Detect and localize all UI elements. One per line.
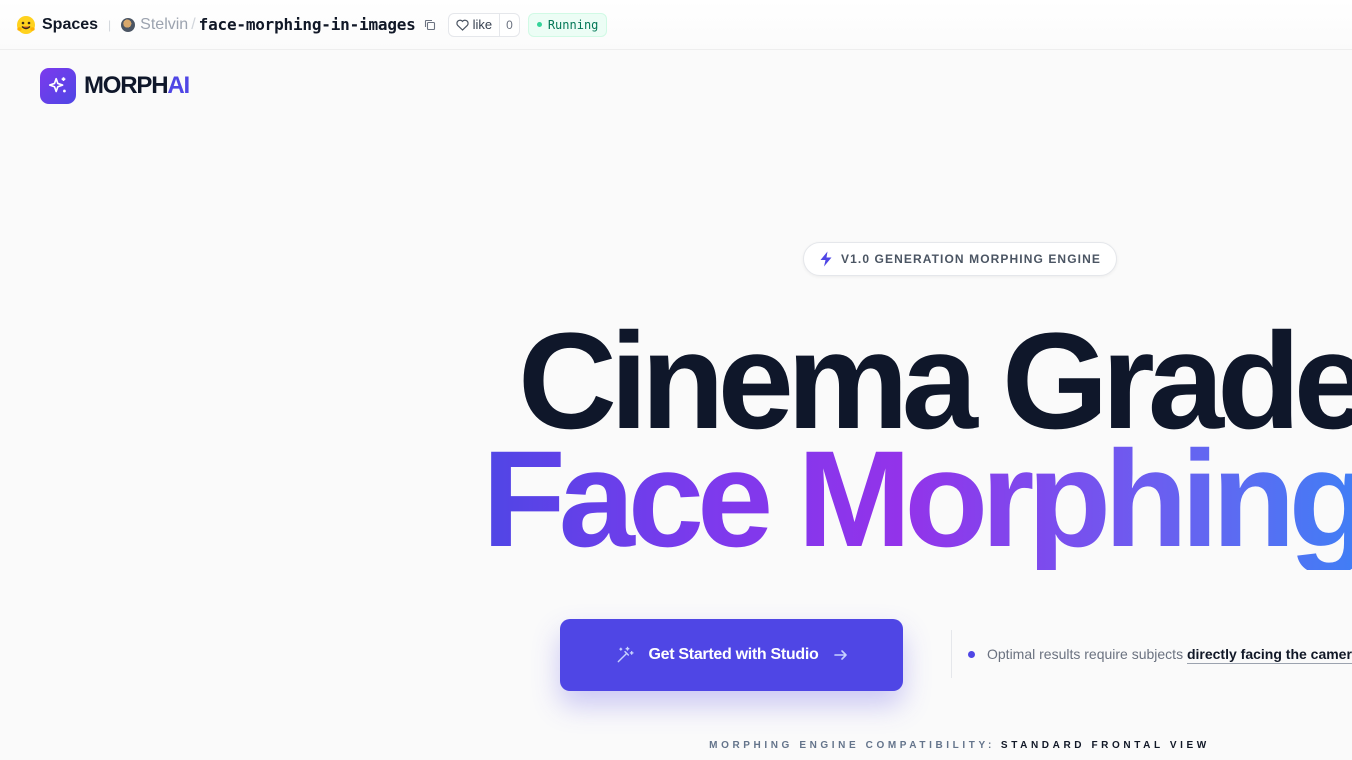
path-separator: / (191, 15, 196, 33)
heart-icon (456, 19, 469, 31)
tip-prefix: Optimal results require subjects (987, 646, 1184, 662)
get-started-label: Get Started with Studio (648, 646, 819, 663)
badge-text: V1.0 GENERATION MORPHING ENGINE (841, 252, 1101, 266)
hf-top-bar: Spaces | Stelvin / face-morphing-in-imag… (0, 0, 1352, 50)
tip-bullet-icon (968, 650, 975, 658)
repo-name-link[interactable]: face-morphing-in-images (199, 15, 416, 34)
spaces-link[interactable]: Spaces (42, 16, 98, 34)
brand-logo[interactable]: MORPHAI (84, 72, 190, 100)
status-dot-icon (536, 22, 542, 27)
status-text: Running (547, 17, 599, 32)
sparkles-logo-icon[interactable] (40, 68, 76, 104)
copy-icon[interactable] (424, 19, 436, 31)
nav-separator: | (108, 17, 112, 32)
compat-label: MORPHING ENGINE COMPATIBILITY: (709, 740, 995, 751)
brand-main: MORPH (84, 72, 169, 99)
vertical-divider (951, 630, 952, 678)
arrow-right-icon (833, 650, 847, 660)
like-label: like (472, 17, 493, 32)
like-main[interactable]: like (449, 17, 500, 32)
engine-compatibility: MORPHING ENGINE COMPATIBILITY: STANDARD … (0, 740, 1352, 751)
magic-wand-icon (617, 646, 634, 663)
owner-avatar[interactable] (121, 17, 136, 32)
status-badge[interactable]: Running (527, 12, 608, 37)
tip-emphasis: directly facing the camera (1186, 646, 1352, 664)
compat-value: STANDARD FRONTAL VIEW (1000, 740, 1210, 751)
brand-accent: AI (167, 72, 190, 99)
get-started-button[interactable]: Get Started with Studio (560, 619, 903, 691)
lightning-icon (820, 251, 832, 267)
hero-headline: Cinema Grade Face Morphing (0, 312, 1352, 582)
version-badge: V1.0 GENERATION MORPHING ENGINE (803, 242, 1117, 276)
like-button[interactable]: like 0 (447, 12, 520, 37)
usage-tip: Optimal results require subjects directl… (968, 646, 1352, 664)
owner-link[interactable]: Stelvin (140, 16, 188, 34)
headline-line-2: Face Morphing (482, 430, 1352, 570)
like-count[interactable]: 0 (499, 13, 519, 36)
hugging-face-logo-icon[interactable] (16, 15, 36, 35)
